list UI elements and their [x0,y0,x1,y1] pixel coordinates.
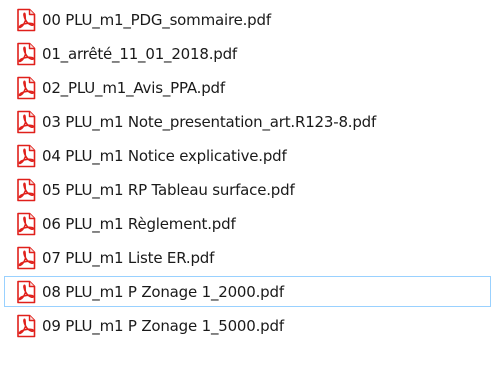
pdf-file-icon [14,144,38,168]
file-name: 07 PLU_m1 Liste ER.pdf [42,248,215,267]
file-name: 09 PLU_m1 P Zonage 1_5000.pdf [42,316,284,335]
file-name: 08 PLU_m1 P Zonage 1_2000.pdf [42,282,284,301]
file-name: 00 PLU_m1_PDG_sommaire.pdf [42,10,271,29]
file-name: 02_PLU_m1_Avis_PPA.pdf [42,78,225,97]
file-row[interactable]: 06 PLU_m1 Règlement.pdf [4,208,491,239]
file-row[interactable]: 09 PLU_m1 P Zonage 1_5000.pdf [4,310,491,341]
file-name: 05 PLU_m1 RP Tableau surface.pdf [42,180,295,199]
pdf-file-icon [14,178,38,202]
file-name: 06 PLU_m1 Règlement.pdf [42,214,236,233]
file-row[interactable]: 00 PLU_m1_PDG_sommaire.pdf [4,4,491,35]
pdf-file-icon [14,314,38,338]
pdf-file-icon [14,8,38,32]
pdf-file-icon [14,212,38,236]
pdf-file-icon [14,76,38,100]
file-name: 03 PLU_m1 Note_presentation_art.R123-8.p… [42,112,377,131]
file-name: 04 PLU_m1 Notice explicative.pdf [42,146,287,165]
pdf-file-icon [14,110,38,134]
file-row-selected[interactable]: 08 PLU_m1 P Zonage 1_2000.pdf [4,276,491,307]
file-row[interactable]: 07 PLU_m1 Liste ER.pdf [4,242,491,273]
pdf-file-icon [14,246,38,270]
file-row[interactable]: 01_arrêté_11_01_2018.pdf [4,38,491,69]
pdf-file-icon [14,42,38,66]
file-row[interactable]: 05 PLU_m1 RP Tableau surface.pdf [4,174,491,205]
pdf-file-icon [14,280,38,304]
file-list: 00 PLU_m1_PDG_sommaire.pdf 01_arrêté_11_… [0,0,491,390]
file-row[interactable]: 02_PLU_m1_Avis_PPA.pdf [4,72,491,103]
file-row[interactable]: 03 PLU_m1 Note_presentation_art.R123-8.p… [4,106,491,137]
file-name: 01_arrêté_11_01_2018.pdf [42,44,237,63]
file-row[interactable]: 04 PLU_m1 Notice explicative.pdf [4,140,491,171]
